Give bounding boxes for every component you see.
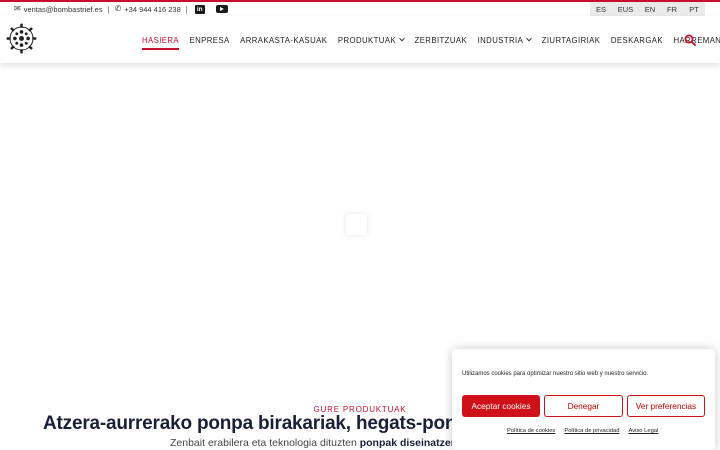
main-header: HASIERA ENPRESA ARRAKASTA-KASUAK PRODUKT… (0, 16, 720, 63)
nav-item-arrakasta-kasuak[interactable]: ARRAKASTA-KASUAK (240, 36, 327, 45)
phone-link[interactable]: +34 944 416 238 (124, 5, 181, 14)
contact-info: ✉ ventas@bombastrief.es | ✆ +34 944 416 … (14, 3, 228, 15)
nav-label: ARRAKASTA-KASUAK (240, 35, 328, 45)
section-headline: Atzera-aurrerako ponpa birakariak, hegat… (43, 413, 468, 434)
nav-label: HARREMANETAN (673, 35, 720, 45)
nav-item-deskargak[interactable]: DESKARGAK (611, 36, 663, 45)
accept-cookies-button[interactable]: Aceptar cookies (462, 395, 540, 417)
nav-item-industria[interactable]: INDUSTRIA (477, 35, 533, 45)
nav-label: PRODUKTUAK (337, 35, 397, 45)
nav-label: ENPRESA (189, 35, 230, 45)
privacy-policy-link[interactable]: Política de privacidad (564, 428, 619, 434)
nav-item-harremanetan[interactable]: HARREMANETAN (674, 36, 720, 45)
topbar: ✉ ventas@bombastrief.es | ✆ +34 944 416 … (0, 2, 720, 16)
nav-label: DESKARGAK (610, 35, 664, 45)
subline-text: Zenbait erabilera eta teknologia dituzte… (170, 437, 360, 449)
phone-icon: ✆ (114, 4, 122, 13)
linkedin-icon[interactable]: in (194, 4, 205, 14)
envelope-icon: ✉ (14, 4, 21, 13)
deny-cookies-button[interactable]: Denegar (544, 395, 623, 417)
subline-bold: ponpak diseinatzen (359, 437, 458, 449)
youtube-icon[interactable] (215, 5, 228, 13)
search-icon[interactable] (684, 34, 696, 46)
cookie-policy-link[interactable]: Política de cookies (507, 428, 555, 434)
main-nav: HASIERA ENPRESA ARRAKASTA-KASUAK PRODUKT… (142, 33, 720, 50)
nav-item-ziurtagiriak[interactable]: ZIURTAGIRIAK (542, 36, 601, 45)
section-subline: Zenbait erabilera eta teknologia dituzte… (170, 437, 457, 449)
nav-item-enpresa[interactable]: ENPRESA (190, 36, 230, 45)
nav-item-produktuak[interactable]: PRODUKTUAK (337, 35, 405, 45)
lang-es[interactable]: ES (590, 2, 612, 16)
lang-fr[interactable]: FR (661, 2, 683, 16)
cookie-message: Utilizamos cookies para optimizar nuestr… (462, 371, 649, 377)
lang-en[interactable]: EN (639, 2, 661, 16)
lang-pt[interactable]: PT (683, 2, 705, 16)
cookie-links: Política de cookies Política de privacid… (507, 428, 667, 434)
nav-item-zerbitzuak[interactable]: ZERBITZUAK (415, 36, 468, 45)
nav-label: ZIURTAGIRIAK (541, 35, 601, 45)
gear-logo[interactable] (5, 22, 38, 55)
chevron-down-icon (526, 35, 533, 42)
loading-spinner (346, 214, 367, 235)
legal-notice-link[interactable]: Aviso Legal (628, 428, 658, 434)
lang-eus[interactable]: EUS (612, 2, 639, 16)
language-switcher: ES EUS EN FR PT (590, 2, 705, 16)
nav-item-hasiera[interactable]: HASIERA (142, 35, 180, 50)
email-link[interactable]: ventas@bombastrief.es (24, 5, 103, 14)
separator: | (185, 4, 188, 14)
chevron-down-icon (399, 35, 405, 42)
nav-label: ZERBITZUAK (414, 35, 468, 45)
view-preferences-button[interactable]: Ver preferencias (627, 395, 705, 417)
nav-label: INDUSTRIA (477, 35, 524, 45)
cookie-banner: Utilizamos cookies para optimizar nuestr… (452, 349, 715, 450)
separator: | (107, 4, 110, 14)
nav-label: HASIERA (142, 35, 180, 45)
